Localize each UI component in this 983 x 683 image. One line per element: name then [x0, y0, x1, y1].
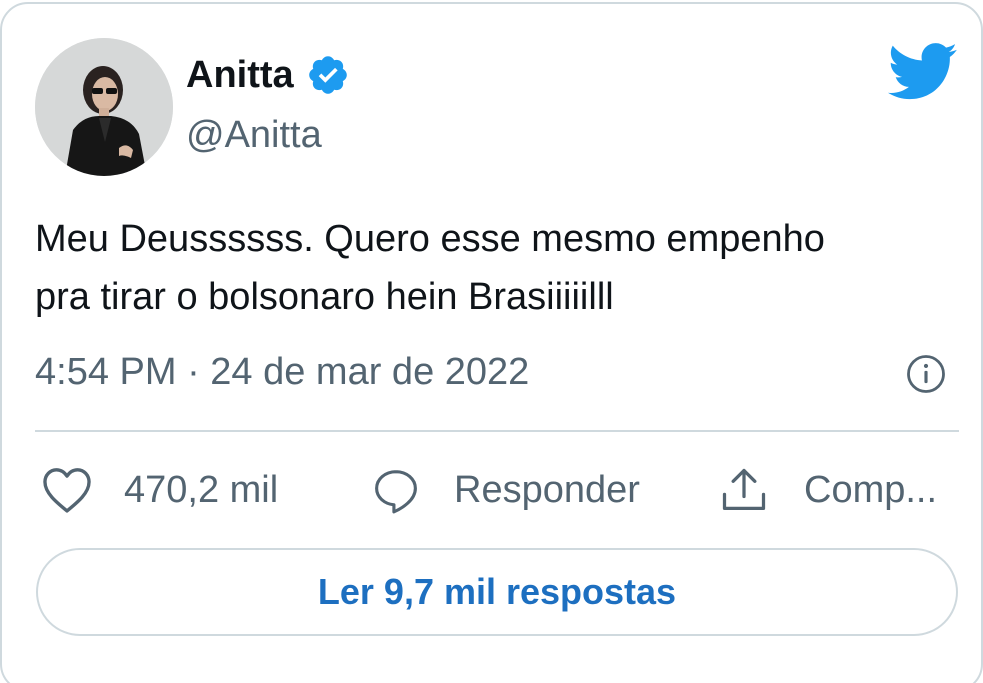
speech-bubble-icon — [375, 470, 417, 514]
heart-icon — [43, 468, 91, 513]
info-icon[interactable] — [905, 353, 947, 395]
author-name-row: Anitta — [186, 52, 350, 98]
verified-badge-icon — [308, 56, 347, 94]
reply-button[interactable]: Responder — [370, 460, 640, 520]
read-replies-button[interactable]: Ler 9,7 mil respostas — [36, 548, 958, 636]
tweet-text-line: Meu Deussssss. Quero esse mesmo empenho — [35, 218, 825, 260]
share-upload-icon — [722, 468, 766, 511]
tweet-text-line: pra tirar o bolsonaro hein Brasiiiiilll — [35, 276, 614, 318]
tweet-text: Meu Deussssss. Quero esse mesmo empenho … — [35, 210, 955, 326]
divider — [35, 430, 959, 432]
avatar-photo-icon — [35, 38, 173, 176]
author-avatar[interactable] — [35, 38, 173, 176]
author-handle[interactable]: @Anitta — [186, 112, 322, 158]
author-display-name[interactable]: Anitta — [186, 52, 294, 98]
tweet-timestamp[interactable]: 4:54 PM · 24 de mar de 2022 — [35, 348, 529, 396]
twitter-bird-icon[interactable] — [888, 42, 958, 102]
reply-label: Responder — [454, 468, 640, 511]
share-label: Comp... — [804, 468, 938, 511]
share-button[interactable]: Comp... — [718, 460, 937, 520]
like-button[interactable]: 470,2 mil — [40, 460, 278, 520]
like-count: 470,2 mil — [124, 468, 279, 511]
